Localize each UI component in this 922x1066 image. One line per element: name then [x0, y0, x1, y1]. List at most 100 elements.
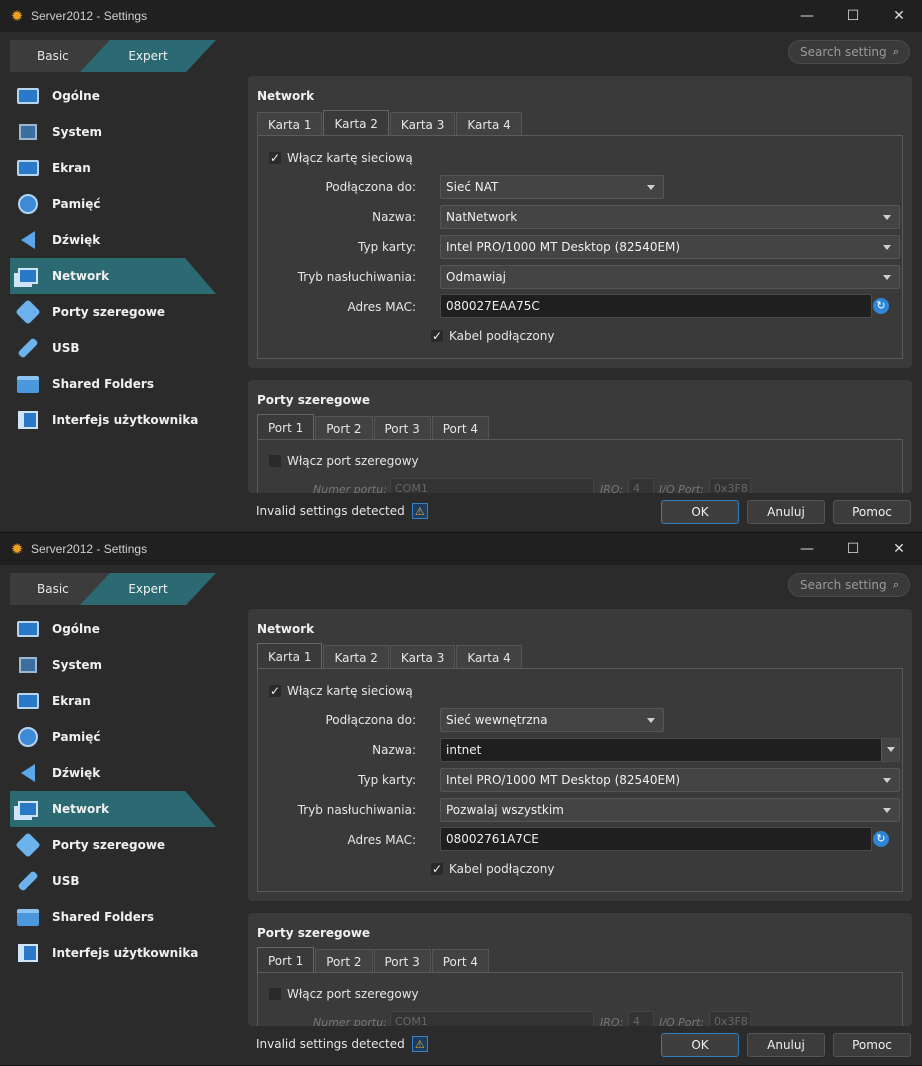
- sidebar-item-usb[interactable]: USB: [10, 330, 216, 366]
- attached-to-select[interactable]: Sieć wewnętrzna: [440, 708, 664, 732]
- tab-port-4[interactable]: Port 4: [431, 949, 489, 973]
- tab-port-3[interactable]: Port 3: [373, 416, 431, 440]
- tab-karta-4[interactable]: Karta 4: [456, 645, 522, 669]
- name-combo-input[interactable]: intnet: [440, 738, 900, 762]
- tab-port-2[interactable]: Port 2: [315, 416, 373, 440]
- name-select[interactable]: NatNetwork: [440, 205, 900, 229]
- tab-karta-3[interactable]: Karta 3: [389, 645, 456, 669]
- sidebar-item-usb[interactable]: USB: [10, 863, 216, 899]
- enable-serial-checkbox[interactable]: [268, 454, 282, 468]
- minimize-button[interactable]: —: [784, 0, 830, 32]
- tab-karta-1[interactable]: Karta 1: [257, 643, 323, 669]
- io-port-field[interactable]: 0x3F8: [709, 1011, 751, 1026]
- tab-port-1[interactable]: Port 1: [257, 414, 315, 440]
- refresh-icon[interactable]: ↻: [873, 831, 889, 847]
- chevron-down-icon[interactable]: [881, 739, 899, 761]
- help-button[interactable]: Pomoc: [833, 500, 911, 524]
- tab-port-1[interactable]: Port 1: [257, 947, 315, 973]
- port-number-value: COM1: [395, 1014, 428, 1027]
- sidebar-item-porty-szeregowe[interactable]: Porty szeregowe: [10, 294, 216, 330]
- tab-port-4[interactable]: Port 4: [431, 416, 489, 440]
- promiscuous-mode-value: Pozwalaj wszystkim: [446, 803, 564, 817]
- irq-field[interactable]: 4: [628, 1011, 654, 1026]
- close-button[interactable]: ✕: [876, 533, 922, 565]
- tab-karta-2[interactable]: Karta 2: [323, 110, 389, 136]
- tab-port-2[interactable]: Port 2: [315, 949, 373, 973]
- mode-switch: Basic Expert: [10, 40, 216, 72]
- attached-to-select[interactable]: Sieć NAT: [440, 175, 664, 199]
- window-title: Server2012 - Settings: [31, 9, 148, 23]
- mac-address-field[interactable]: 080027EAA75C: [440, 294, 872, 318]
- sidebar-item-dzwiek[interactable]: Dźwięk: [10, 755, 216, 791]
- speaker-icon: [16, 761, 40, 785]
- sidebar-item-label: Interfejs użytkownika: [52, 413, 199, 427]
- settings-window-karta-2: ✹ Server2012 - Settings — ☐ ✕ Basic Expe…: [0, 0, 922, 533]
- sidebar-item-ogolne[interactable]: Ogólne: [10, 611, 216, 647]
- tab-karta-4[interactable]: Karta 4: [456, 112, 522, 136]
- enable-adapter-label: Włącz kartę sieciową: [287, 684, 413, 698]
- cable-connected-checkbox[interactable]: ✓: [430, 862, 444, 876]
- sidebar-item-label: Porty szeregowe: [52, 305, 166, 319]
- sidebar-item-network[interactable]: Network: [10, 791, 216, 827]
- name-label: Nazwa:: [372, 210, 416, 224]
- sidebar-item-network[interactable]: Network: [10, 258, 216, 294]
- sidebar-item-ogolne[interactable]: Ogólne: [10, 78, 216, 114]
- enable-serial-label: Włącz port szeregowy: [287, 987, 419, 1001]
- status-text: Invalid settings detected: [256, 504, 405, 518]
- refresh-icon[interactable]: ↻: [873, 298, 889, 314]
- warning-icon[interactable]: ⚠: [411, 503, 428, 519]
- tab-karta-1[interactable]: Karta 1: [257, 112, 323, 136]
- irq-field[interactable]: 4: [628, 478, 654, 493]
- port-number-select[interactable]: COM1: [390, 1011, 594, 1026]
- port-number-label: Numer portu:: [313, 483, 387, 493]
- maximize-button[interactable]: ☐: [830, 0, 876, 32]
- mac-address-field[interactable]: 08002761A7CE: [440, 827, 872, 851]
- help-button[interactable]: Pomoc: [833, 1033, 911, 1057]
- promiscuous-mode-select[interactable]: Odmawiaj: [440, 265, 900, 289]
- sidebar-item-interfejs[interactable]: Interfejs użytkownika: [10, 935, 216, 971]
- search-input[interactable]: [800, 45, 886, 59]
- sidebar-item-system[interactable]: System: [10, 114, 216, 150]
- sidebar-item-porty-szeregowe[interactable]: Porty szeregowe: [10, 827, 216, 863]
- cable-connected-checkbox[interactable]: ✓: [430, 329, 444, 343]
- search-icon[interactable]: ⌕: [889, 578, 903, 592]
- promiscuous-mode-select[interactable]: Pozwalaj wszystkim: [440, 798, 900, 822]
- sidebar-item-system[interactable]: System: [10, 647, 216, 683]
- warning-icon[interactable]: ⚠: [411, 1036, 428, 1052]
- search-box[interactable]: ⌕: [788, 40, 910, 64]
- sidebar-item-shared-folders[interactable]: Shared Folders: [10, 899, 216, 935]
- sidebar-item-ekran[interactable]: Ekran: [10, 150, 216, 186]
- search-box[interactable]: ⌕: [788, 573, 910, 597]
- sidebar-item-label: Shared Folders: [52, 377, 154, 391]
- ok-button[interactable]: OK: [661, 500, 739, 524]
- search-icon[interactable]: ⌕: [889, 45, 903, 59]
- close-button[interactable]: ✕: [876, 0, 922, 32]
- minimize-button[interactable]: —: [784, 533, 830, 565]
- enable-adapter-checkbox[interactable]: ✓: [268, 151, 282, 165]
- sidebar-item-label: Pamięć: [52, 197, 101, 211]
- sidebar-item-pamiec[interactable]: Pamięć: [10, 186, 216, 222]
- search-input[interactable]: [800, 578, 886, 592]
- sidebar-item-interfejs[interactable]: Interfejs użytkownika: [10, 402, 216, 438]
- sidebar-item-ekran[interactable]: Ekran: [10, 683, 216, 719]
- enable-adapter-checkbox[interactable]: ✓: [268, 684, 282, 698]
- sidebar-item-shared-folders[interactable]: Shared Folders: [10, 366, 216, 402]
- tab-karta-3[interactable]: Karta 3: [389, 112, 456, 136]
- promiscuous-mode-value: Odmawiaj: [446, 270, 506, 284]
- cancel-button[interactable]: Anuluj: [747, 1033, 825, 1057]
- tab-port-3[interactable]: Port 3: [373, 949, 431, 973]
- maximize-button[interactable]: ☐: [830, 533, 876, 565]
- monitor-icon: [16, 84, 40, 108]
- adapter-type-select[interactable]: Intel PRO/1000 MT Desktop (82540EM): [440, 235, 900, 259]
- tab-karta-2[interactable]: Karta 2: [323, 645, 389, 669]
- adapter-type-select[interactable]: Intel PRO/1000 MT Desktop (82540EM): [440, 768, 900, 792]
- enable-serial-checkbox[interactable]: [268, 987, 282, 1001]
- io-port-field[interactable]: 0x3F8: [709, 478, 751, 493]
- serial-ports-panel: Porty szeregowe Port 1 Port 2 Port 3 Por…: [248, 380, 912, 493]
- sidebar-item-pamiec[interactable]: Pamięć: [10, 719, 216, 755]
- port-number-select[interactable]: COM1: [390, 478, 594, 493]
- sidebar-item-dzwiek[interactable]: Dźwięk: [10, 222, 216, 258]
- cancel-button[interactable]: Anuluj: [747, 500, 825, 524]
- ok-button[interactable]: OK: [661, 1033, 739, 1057]
- sidebar-item-label: Network: [52, 802, 110, 816]
